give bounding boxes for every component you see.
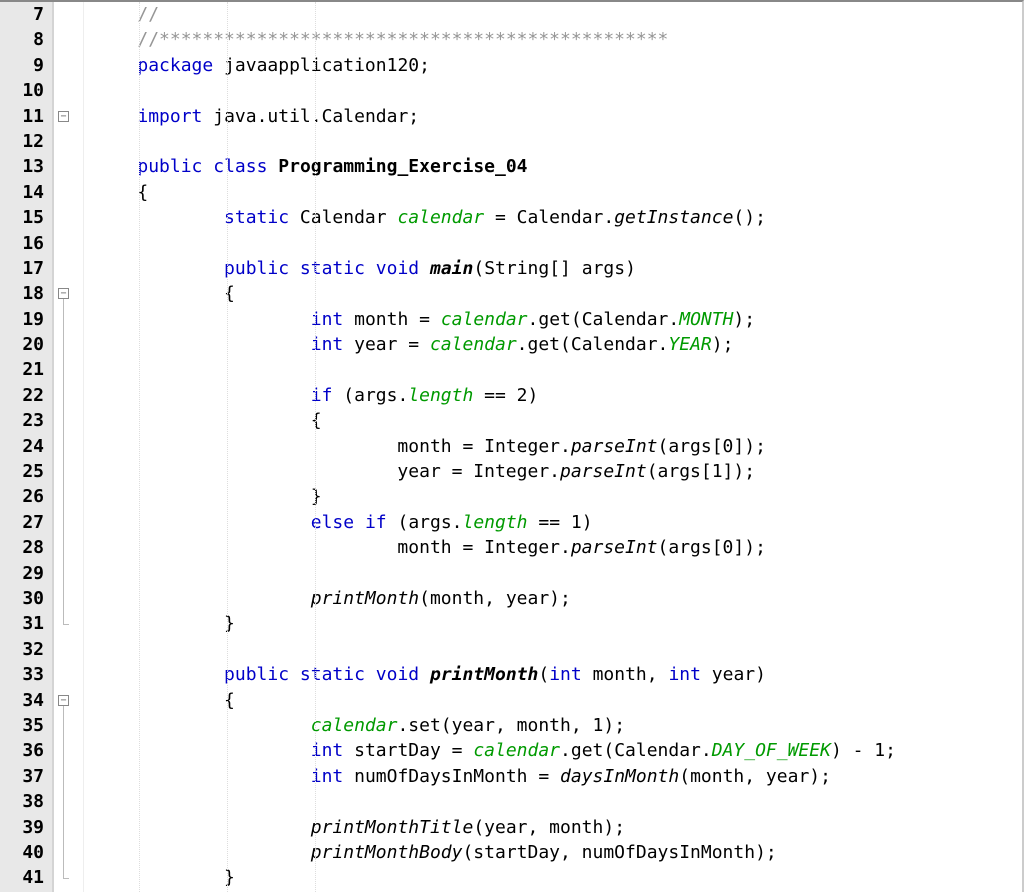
line-number[interactable]: 13 xyxy=(0,154,44,179)
line-number[interactable]: 9 xyxy=(0,53,44,78)
code-editor: 7891011121314151617181920212223242526272… xyxy=(0,0,1024,892)
code-line[interactable]: } xyxy=(94,611,1022,636)
code-line[interactable]: if (args.length == 2) xyxy=(94,383,1022,408)
code-line[interactable]: month = Integer.parseInt(args[0]); xyxy=(94,535,1022,560)
code-line[interactable]: // xyxy=(94,2,1022,27)
code-line[interactable]: { xyxy=(94,408,1022,433)
line-number[interactable]: 33 xyxy=(0,662,44,687)
code-line[interactable]: int year = calendar.get(Calendar.YEAR); xyxy=(94,332,1022,357)
code-line[interactable]: //**************************************… xyxy=(94,27,1022,52)
line-number[interactable]: 14 xyxy=(0,180,44,205)
fold-guide xyxy=(63,299,64,623)
code-line[interactable] xyxy=(94,231,1022,256)
line-number[interactable]: 32 xyxy=(0,637,44,662)
indent-guide xyxy=(315,2,316,892)
line-number[interactable]: 23 xyxy=(0,408,44,433)
line-number[interactable]: 22 xyxy=(0,383,44,408)
line-number-gutter[interactable]: 7891011121314151617181920212223242526272… xyxy=(0,2,54,892)
line-number[interactable]: 36 xyxy=(0,738,44,763)
code-line[interactable] xyxy=(94,561,1022,586)
line-number[interactable]: 40 xyxy=(0,840,44,865)
code-line[interactable] xyxy=(94,357,1022,382)
line-number[interactable]: 37 xyxy=(0,764,44,789)
line-number[interactable]: 15 xyxy=(0,205,44,230)
line-number[interactable]: 21 xyxy=(0,357,44,382)
line-number[interactable]: 38 xyxy=(0,789,44,814)
code-line[interactable]: { xyxy=(94,281,1022,306)
code-line[interactable]: } xyxy=(94,484,1022,509)
code-line[interactable]: printMonth(month, year); xyxy=(94,586,1022,611)
code-line[interactable]: public static void main(String[] args) xyxy=(94,256,1022,281)
code-line[interactable] xyxy=(94,637,1022,662)
code-line[interactable]: static Calendar calendar = Calendar.getI… xyxy=(94,205,1022,230)
code-line[interactable]: public static void printMonth(int month,… xyxy=(94,662,1022,687)
code-line[interactable]: printMonthBody(startDay, numOfDaysInMont… xyxy=(94,840,1022,865)
code-area[interactable]: // //***********************************… xyxy=(84,2,1022,892)
line-number[interactable]: 25 xyxy=(0,459,44,484)
code-line[interactable]: month = Integer.parseInt(args[0]); xyxy=(94,434,1022,459)
fold-toggle-icon[interactable]: − xyxy=(58,111,69,122)
fold-column[interactable]: − − − xyxy=(54,2,84,892)
code-line[interactable]: else if (args.length == 1) xyxy=(94,510,1022,535)
line-number[interactable]: 17 xyxy=(0,256,44,281)
fold-toggle-icon[interactable]: − xyxy=(58,288,69,299)
code-line[interactable]: import java.util.Calendar; xyxy=(94,104,1022,129)
fold-end-icon xyxy=(63,878,69,879)
code-line[interactable]: { xyxy=(94,688,1022,713)
line-number[interactable]: 34 xyxy=(0,688,44,713)
code-line[interactable] xyxy=(94,129,1022,154)
line-number[interactable]: 35 xyxy=(0,713,44,738)
fold-end-icon xyxy=(63,624,69,625)
line-number[interactable]: 16 xyxy=(0,231,44,256)
fold-toggle-icon[interactable]: − xyxy=(58,695,69,706)
line-number[interactable]: 10 xyxy=(0,78,44,103)
line-number[interactable]: 8 xyxy=(0,27,44,52)
line-number[interactable]: 11 xyxy=(0,104,44,129)
code-line[interactable]: } xyxy=(94,865,1022,890)
line-number[interactable]: 31 xyxy=(0,611,44,636)
code-line[interactable]: package javaapplication120; xyxy=(94,53,1022,78)
line-number[interactable]: 20 xyxy=(0,332,44,357)
code-line[interactable]: year = Integer.parseInt(args[1]); xyxy=(94,459,1022,484)
line-number[interactable]: 18 xyxy=(0,281,44,306)
code-line[interactable]: int month = calendar.get(Calendar.MONTH)… xyxy=(94,307,1022,332)
code-line[interactable]: int numOfDaysInMonth = daysInMonth(month… xyxy=(94,764,1022,789)
code-line[interactable] xyxy=(94,789,1022,814)
line-number[interactable]: 39 xyxy=(0,815,44,840)
indent-guide xyxy=(139,2,140,892)
line-number[interactable]: 7 xyxy=(0,2,44,27)
line-number[interactable]: 27 xyxy=(0,510,44,535)
code-line[interactable] xyxy=(94,78,1022,103)
line-number[interactable]: 28 xyxy=(0,535,44,560)
code-line[interactable]: printMonthTitle(year, month); xyxy=(94,815,1022,840)
fold-guide xyxy=(63,706,64,878)
line-number[interactable]: 24 xyxy=(0,434,44,459)
line-number[interactable]: 12 xyxy=(0,129,44,154)
line-number[interactable]: 30 xyxy=(0,586,44,611)
code-line[interactable]: calendar.set(year, month, 1); xyxy=(94,713,1022,738)
line-number[interactable]: 19 xyxy=(0,307,44,332)
code-line[interactable]: public class Programming_Exercise_04 xyxy=(94,154,1022,179)
line-number[interactable]: 29 xyxy=(0,561,44,586)
line-number[interactable]: 41 xyxy=(0,865,44,890)
indent-guide xyxy=(227,2,228,892)
code-line[interactable]: int startDay = calendar.get(Calendar.DAY… xyxy=(94,738,1022,763)
code-line[interactable]: { xyxy=(94,180,1022,205)
line-number[interactable]: 26 xyxy=(0,484,44,509)
